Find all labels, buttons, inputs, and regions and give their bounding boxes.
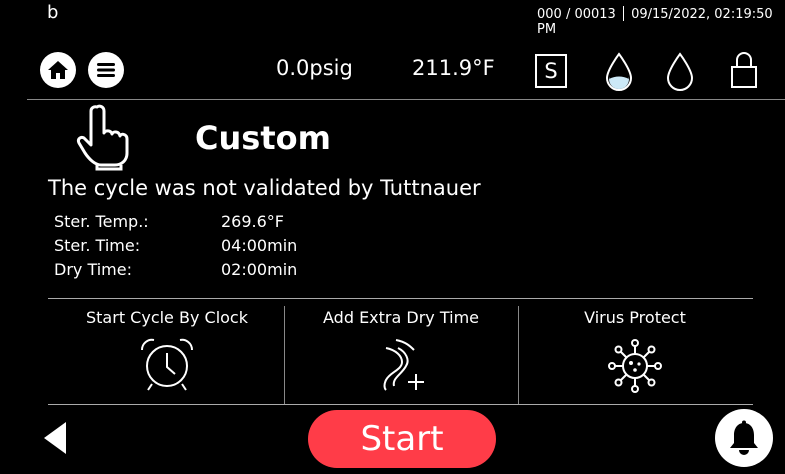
param-label-ster-time: Ster. Time: [54,236,141,255]
water-filled-icon [605,52,633,91]
divider [622,6,624,21]
hand-pointer-icon [77,104,129,171]
add-dry-time-icon [383,339,424,391]
back-arrow-icon [44,422,66,454]
menu-icon [97,63,115,77]
option-label: Start Cycle By Clock [86,308,248,327]
options-top-divider [48,298,753,299]
virus-protect-button[interactable]: Virus Protect [520,302,750,402]
param-value-ster-temp: 269.6°F [221,212,285,231]
option-label: Add Extra Dry Time [323,308,479,327]
cycle-counter-datetime: 000 / 00013 09/15/2022, 02:19:50 PM [537,6,785,37]
mode-badge: S [535,54,567,88]
pressure-readout: 0.0psig [276,56,353,80]
validation-notice: The cycle was not validated by Tuttnauer [48,176,481,200]
options-bottom-divider [48,404,753,405]
user-label: b [47,2,59,23]
alarm-clock-icon [140,338,194,391]
option-label: Virus Protect [584,308,686,327]
cycle-counter: 000 / 00013 [537,7,616,22]
home-button[interactable] [40,52,76,88]
add-extra-dry-time-button[interactable]: Add Extra Dry Time [286,302,516,402]
bell-icon [730,420,758,455]
home-icon [48,61,68,79]
virus-icon [608,339,662,393]
water-empty-icon [666,52,694,91]
program-title: Custom [195,119,331,157]
param-label-dry-time: Dry Time: [54,260,132,279]
param-label-ster-temp: Ster. Temp.: [54,212,149,231]
start-cycle-by-clock-button[interactable]: Start Cycle By Clock [52,302,282,402]
temperature-readout: 211.9°F [412,56,495,80]
menu-button[interactable] [88,52,124,88]
options-divider-2 [518,306,519,404]
param-value-ster-time: 04:00min [221,236,298,255]
start-button[interactable]: Start [308,410,496,468]
options-divider-1 [284,306,285,404]
header-divider [27,99,785,100]
param-value-dry-time: 02:00min [221,260,298,279]
notifications-button[interactable] [715,409,773,467]
back-button[interactable] [42,420,68,456]
lock-icon [731,52,757,88]
